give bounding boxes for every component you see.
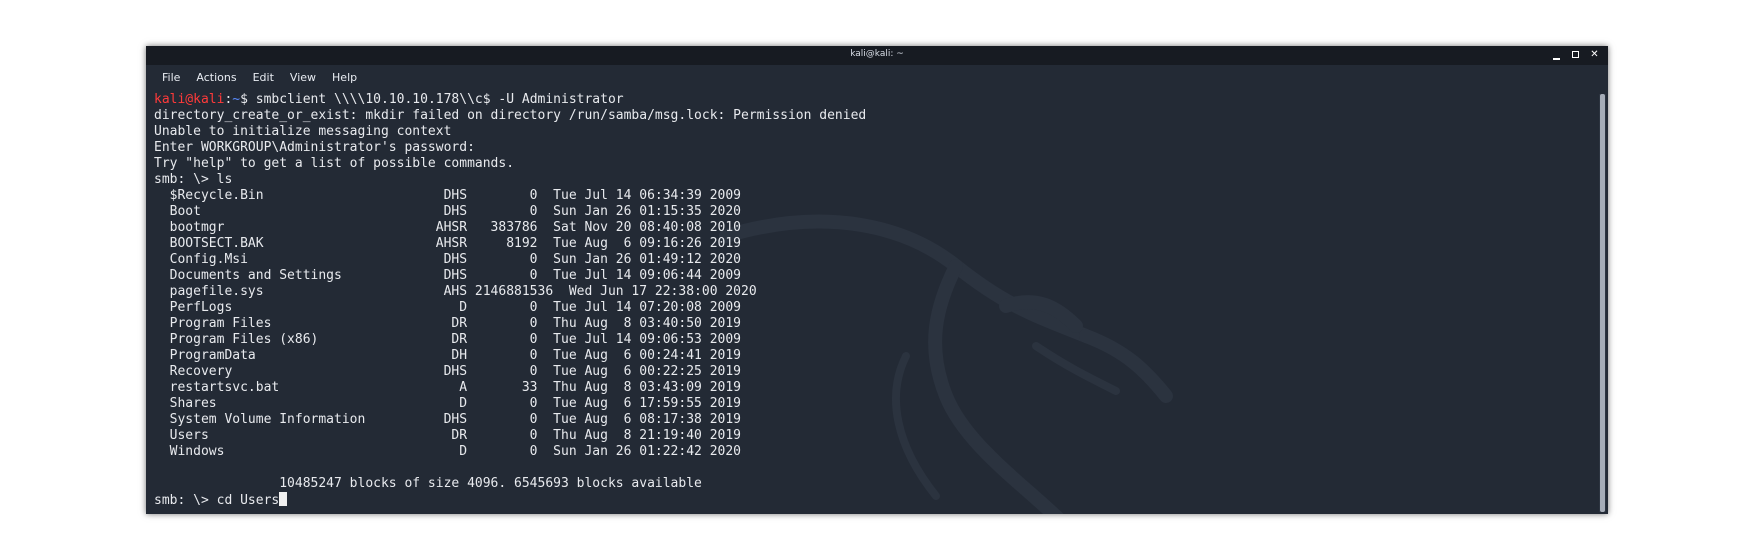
listing-row: PerfLogs D 0 Tue Jul 14 07:20:08 2009 — [154, 300, 741, 315]
menu-view[interactable]: View — [284, 68, 322, 87]
scrollbar-thumb[interactable] — [1600, 94, 1605, 512]
menu-bar: File Actions Edit View Help — [146, 65, 1608, 90]
output-line: smb: \> ls — [154, 172, 233, 187]
prompt-path: ~ — [232, 92, 241, 107]
listing-row: Shares D 0 Tue Aug 6 17:59:55 2019 — [154, 396, 741, 411]
current-input-line[interactable]: smb: \> cd Users — [154, 492, 1592, 508]
window-title: kali@kali: ~ — [850, 49, 904, 59]
listing-row: Boot DHS 0 Sun Jan 26 01:15:35 2020 — [154, 204, 741, 219]
output-line: Enter WORKGROUP\Administrator's password… — [154, 140, 475, 155]
vertical-scrollbar[interactable] — [1599, 94, 1606, 512]
maximize-button[interactable] — [1570, 48, 1581, 61]
listing-row: System Volume Information DHS 0 Tue Aug … — [154, 412, 741, 427]
output-line: Try "help" to get a list of possible com… — [154, 156, 515, 171]
command-line: kali@kali:~$ smbclient \\\\10.10.10.178\… — [154, 92, 1592, 108]
title-bar[interactable]: kali@kali: ~ ✕ — [146, 46, 1608, 65]
maximize-icon — [1572, 51, 1579, 58]
listing-row: BOOTSECT.BAK AHSR 8192 Tue Aug 6 09:16:2… — [154, 236, 741, 251]
listing-row: pagefile.sys AHS 2146881536 Wed Jun 17 2… — [154, 284, 757, 299]
output-line: directory_create_or_exist: mkdir failed … — [154, 108, 867, 123]
menu-actions[interactable]: Actions — [190, 68, 242, 87]
listing-row: $Recycle.Bin DHS 0 Tue Jul 14 06:34:39 2… — [154, 188, 741, 203]
close-icon: ✕ — [1590, 49, 1599, 60]
prompt-symbol: $ — [240, 92, 256, 107]
minimize-icon — [1553, 57, 1560, 60]
terminal-output[interactable]: kali@kali:~$ smbclient \\\\10.10.10.178\… — [154, 92, 1592, 514]
listing-row: ProgramData DH 0 Tue Aug 6 00:24:41 2019 — [154, 348, 741, 363]
minimize-button[interactable] — [1551, 48, 1562, 61]
listing-row: Program Files (x86) DR 0 Tue Jul 14 09:0… — [154, 332, 741, 347]
command-text: smbclient \\\\10.10.10.178\\c$ -U Admini… — [255, 92, 624, 107]
listing-row: Windows D 0 Sun Jan 26 01:22:42 2020 — [154, 444, 741, 459]
menu-file[interactable]: File — [156, 68, 186, 87]
menu-edit[interactable]: Edit — [247, 68, 280, 87]
prompt-user: kali@kali — [154, 92, 225, 107]
output-line: Unable to initialize messaging context — [154, 124, 452, 139]
window-controls: ✕ — [1551, 48, 1600, 61]
text-cursor — [279, 492, 288, 506]
listing-row: bootmgr AHSR 383786 Sat Nov 20 08:40:08 … — [154, 220, 741, 235]
listing-row: Config.Msi DHS 0 Sun Jan 26 01:49:12 202… — [154, 252, 741, 267]
listing-row: restartsvc.bat A 33 Thu Aug 8 03:43:09 2… — [154, 380, 741, 395]
disk-summary: 10485247 blocks of size 4096. 6545693 bl… — [154, 476, 702, 491]
current-command: smb: \> cd Users — [154, 493, 280, 508]
terminal-window: kali@kali: ~ ✕ File Actions Edit View He… — [146, 46, 1608, 514]
listing-row: Documents and Settings DHS 0 Tue Jul 14 … — [154, 268, 741, 283]
close-button[interactable]: ✕ — [1589, 48, 1600, 61]
listing-row: Program Files DR 0 Thu Aug 8 03:40:50 20… — [154, 316, 741, 331]
menu-help[interactable]: Help — [326, 68, 363, 87]
listing-row: Recovery DHS 0 Tue Aug 6 00:22:25 2019 — [154, 364, 741, 379]
listing-row: Users DR 0 Thu Aug 8 21:19:40 2019 — [154, 428, 741, 443]
